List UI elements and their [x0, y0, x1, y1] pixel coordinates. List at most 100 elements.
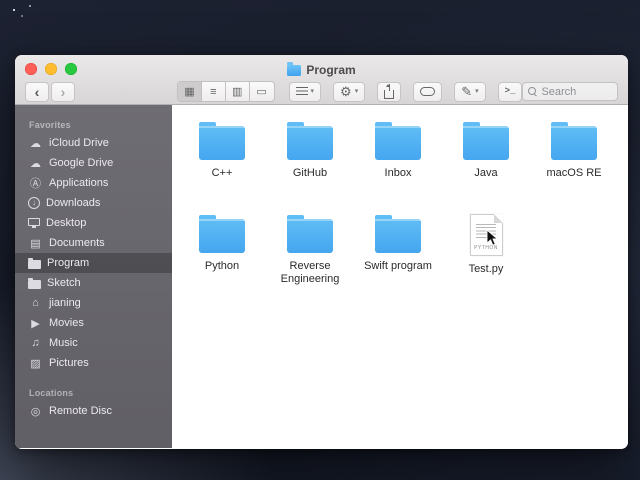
file-label: Java: [474, 167, 498, 179]
file-label: GitHub: [292, 167, 328, 179]
sidebar-item-label: Documents: [49, 237, 105, 249]
titlebar[interactable]: Program: [15, 55, 628, 79]
navigation-buttons: ‹ ›: [25, 81, 75, 102]
chevron-right-icon: ›: [60, 83, 66, 100]
chevron-left-icon: ‹: [34, 83, 40, 100]
search-field[interactable]: [522, 82, 618, 101]
share-icon: [384, 83, 395, 99]
sidebar-item-desktop[interactable]: Desktop: [15, 213, 172, 233]
chevron-down-icon: ▾: [354, 88, 359, 95]
sidebar-item-remote-disc[interactable]: ◎ Remote Disc: [15, 401, 172, 421]
title-area: Program: [287, 57, 356, 77]
close-button[interactable]: [25, 63, 37, 75]
downloads-icon: ↓: [28, 197, 40, 209]
python-file-icon: PYTHON: [469, 214, 503, 256]
tag-icon: [420, 87, 436, 96]
group-button[interactable]: ▾: [288, 81, 322, 102]
file-label: macOS RE: [546, 167, 602, 179]
compose-button[interactable]: ✎ ▾: [454, 81, 486, 102]
cloud-icon: ☁: [30, 137, 41, 150]
tag-button[interactable]: [413, 81, 443, 102]
folder-icon: [28, 277, 41, 289]
action-button[interactable]: ⚙ ▾: [333, 81, 366, 102]
window-body: Favorites ☁ iCloud Drive ☁ Google Drive Ⓐ Appl…: [15, 105, 628, 448]
sidebar-item-label: Downloads: [46, 197, 101, 209]
column-view-button[interactable]: ▥: [226, 82, 250, 101]
gallery-view-button[interactable]: ▭: [250, 82, 274, 101]
desktop: Program ‹ › ▦ ≡ ▥ ▭ ▾ ⚙ ▾ ✎ ▾ >_ Search …: [0, 0, 640, 480]
list-view-button[interactable]: ≡: [202, 82, 226, 101]
mouse-cursor-icon: [486, 229, 498, 246]
cloud-icon: ☁: [30, 157, 41, 170]
file-label: Test.py: [468, 263, 504, 275]
folder-icon: [199, 122, 245, 160]
compose-icon: ✎: [461, 84, 473, 99]
minimize-button[interactable]: [45, 63, 57, 75]
disc-icon: ◎: [30, 405, 41, 418]
sidebar-item-movies[interactable]: ▶ Movies: [15, 313, 172, 333]
sidebar-item-music[interactable]: ♫ Music: [15, 333, 172, 353]
sidebar-item-applications[interactable]: Ⓐ Applications: [15, 173, 172, 193]
file-item-github[interactable]: GitHub: [266, 119, 354, 212]
sidebar-item-icloud-drive[interactable]: ☁ iCloud Drive: [15, 133, 172, 153]
terminal-icon: >_: [504, 86, 516, 96]
terminal-button[interactable]: >_: [497, 81, 523, 102]
chevron-down-icon: ▾: [310, 88, 315, 95]
file-label: Python: [204, 260, 240, 272]
sidebar-item-label: Program: [47, 257, 90, 269]
sidebar-item-label: Music: [49, 337, 78, 349]
sidebar-item-documents[interactable]: ▤ Documents: [15, 233, 172, 253]
file-item-reverse-engineering[interactable]: Reverse Engineering: [266, 212, 354, 305]
sidebar-item-downloads[interactable]: ↓ Downloads: [15, 193, 172, 213]
file-label: Reverse Engineering: [280, 260, 340, 285]
gallery-view-icon: ▭: [256, 86, 267, 98]
desktop-icon: [28, 218, 40, 228]
folder-icon: [375, 215, 421, 253]
traffic-lights: [25, 63, 77, 75]
file-item-c[interactable]: C++: [178, 119, 266, 212]
sidebar-item-label: Applications: [49, 177, 109, 189]
sidebar-item-pictures[interactable]: ▨ Pictures: [15, 353, 172, 373]
file-item-python[interactable]: Python: [178, 212, 266, 305]
search-icon: [528, 87, 537, 96]
home-icon: ⌂: [32, 297, 39, 309]
forward-button[interactable]: ›: [51, 81, 75, 102]
folder-icon: [375, 122, 421, 160]
sidebar-item-label: Remote Disc: [49, 405, 112, 417]
toolbar: ‹ › ▦ ≡ ▥ ▭ ▾ ⚙ ▾ ✎ ▾ >_: [15, 79, 628, 104]
window-chrome: Program ‹ › ▦ ≡ ▥ ▭ ▾ ⚙ ▾ ✎ ▾ >_: [15, 55, 628, 105]
list-view-icon: ≡: [210, 85, 217, 98]
sidebar-item-jianing[interactable]: ⌂ jianing: [15, 293, 172, 313]
sidebar-item-google-drive[interactable]: ☁ Google Drive: [15, 153, 172, 173]
file-item-swift-program[interactable]: Swift program: [354, 212, 442, 305]
columns-view-icon: ▥: [231, 86, 243, 98]
page-fold: [493, 214, 503, 223]
icon-view-button[interactable]: ▦: [178, 82, 202, 101]
file-item-java[interactable]: Java: [442, 119, 530, 212]
folder-icon: [287, 215, 333, 253]
back-button[interactable]: ‹: [25, 81, 49, 102]
grid-view-icon: ▦: [184, 86, 195, 98]
folder-icon: [199, 215, 245, 253]
folder-icon: [287, 62, 302, 76]
share-button[interactable]: [377, 81, 402, 102]
sidebar-item-program[interactable]: Program: [15, 253, 172, 273]
folder-icon: [551, 122, 597, 160]
group-icon: [295, 87, 308, 96]
search-input[interactable]: [541, 85, 612, 98]
folder-icon: [463, 122, 509, 160]
sidebar-section-favorites: Favorites: [29, 120, 71, 130]
file-item-macos-re[interactable]: macOS RE: [530, 119, 618, 212]
file-item-test-py[interactable]: PYTHON Test.py: [442, 212, 530, 305]
file-item-inbox[interactable]: Inbox: [354, 119, 442, 212]
sidebar-item-label: Movies: [49, 317, 84, 329]
documents-icon: ▤: [30, 237, 41, 250]
zoom-button[interactable]: [65, 63, 77, 75]
music-icon: ♫: [31, 337, 40, 349]
sidebar-item-sketch[interactable]: Sketch: [15, 273, 172, 293]
toolbar-buttons: ▾ ⚙ ▾ ✎ ▾ >_: [288, 81, 523, 102]
sidebar-item-label: Pictures: [49, 357, 89, 369]
file-label: Inbox: [384, 167, 412, 179]
sidebar: Favorites ☁ iCloud Drive ☁ Google Drive Ⓐ Appl…: [15, 105, 172, 448]
sidebar-item-label: iCloud Drive: [49, 137, 109, 149]
